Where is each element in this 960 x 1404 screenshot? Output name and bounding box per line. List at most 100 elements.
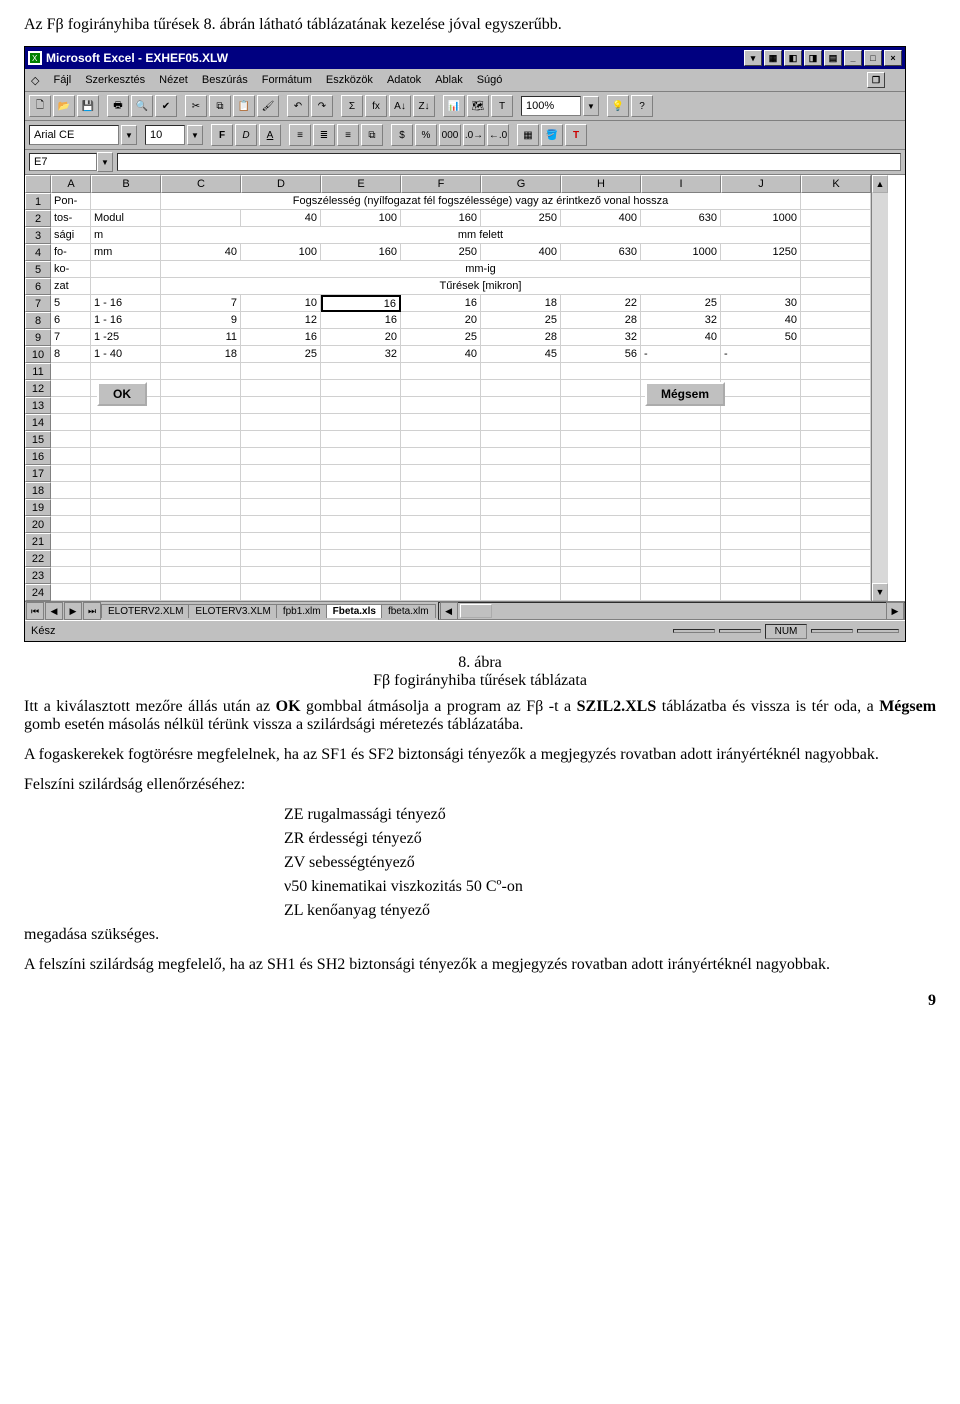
cell-I14[interactable] xyxy=(641,414,721,431)
vscroll-up-icon[interactable]: ▲ xyxy=(872,175,888,193)
increase-decimal-icon[interactable]: .0→ xyxy=(463,124,485,146)
cell-K12[interactable] xyxy=(801,380,871,397)
cell-C4[interactable]: 40 xyxy=(161,244,241,261)
cell-C5[interactable]: mm-ig xyxy=(161,261,801,278)
row-header-10[interactable]: 10 xyxy=(25,346,51,363)
bold-icon[interactable]: F xyxy=(211,124,233,146)
cell-I9[interactable]: 40 xyxy=(641,329,721,346)
cell-C20[interactable] xyxy=(161,516,241,533)
cell-D16[interactable] xyxy=(241,448,321,465)
cell-F21[interactable] xyxy=(401,533,481,550)
sheet-tab-1[interactable]: ELOTERV3.XLM xyxy=(188,604,277,618)
sheet-tab-2[interactable]: fpb1.xlm xyxy=(276,604,328,618)
text-icon[interactable]: T xyxy=(491,95,513,117)
cell-A6[interactable]: zat xyxy=(51,278,91,295)
cell-I15[interactable] xyxy=(641,431,721,448)
cell-C17[interactable] xyxy=(161,465,241,482)
cell-K24[interactable] xyxy=(801,584,871,601)
cell-G10[interactable]: 45 xyxy=(481,346,561,363)
col-header-E[interactable]: E xyxy=(321,175,401,193)
cell-H15[interactable] xyxy=(561,431,641,448)
decrease-decimal-icon[interactable]: ←.0 xyxy=(487,124,509,146)
cell-J9[interactable]: 50 xyxy=(721,329,801,346)
cell-D24[interactable] xyxy=(241,584,321,601)
cell-B3[interactable]: m xyxy=(91,227,161,244)
cell-C22[interactable] xyxy=(161,550,241,567)
cell-K18[interactable] xyxy=(801,482,871,499)
cell-K20[interactable] xyxy=(801,516,871,533)
cell-K23[interactable] xyxy=(801,567,871,584)
cell-J15[interactable] xyxy=(721,431,801,448)
zoom-box[interactable]: 100% xyxy=(521,96,581,116)
row-header-7[interactable]: 7 xyxy=(25,295,51,312)
cell-C14[interactable] xyxy=(161,414,241,431)
cell-A16[interactable] xyxy=(51,448,91,465)
cell-D19[interactable] xyxy=(241,499,321,516)
cell-G21[interactable] xyxy=(481,533,561,550)
cell-K10[interactable] xyxy=(801,346,871,363)
cell-E9[interactable]: 20 xyxy=(321,329,401,346)
cell-B7[interactable]: 1 - 16 xyxy=(91,295,161,312)
row-header-6[interactable]: 6 xyxy=(25,278,51,295)
col-header-F[interactable]: F xyxy=(401,175,481,193)
col-header-B[interactable]: B xyxy=(91,175,161,193)
menu-edit[interactable]: Szerkesztés xyxy=(85,74,145,86)
cell-G23[interactable] xyxy=(481,567,561,584)
function-icon[interactable]: fx xyxy=(365,95,387,117)
cell-A9[interactable]: 7 xyxy=(51,329,91,346)
cell-I23[interactable] xyxy=(641,567,721,584)
icon-btn-b[interactable]: ◧ xyxy=(784,50,802,66)
cell-C15[interactable] xyxy=(161,431,241,448)
cell-F10[interactable]: 40 xyxy=(401,346,481,363)
cell-J20[interactable] xyxy=(721,516,801,533)
cell-D21[interactable] xyxy=(241,533,321,550)
hscroll-right-icon[interactable]: ▶ xyxy=(886,602,904,620)
cell-B2[interactable]: Modul xyxy=(91,210,161,227)
cell-I16[interactable] xyxy=(641,448,721,465)
cell-B23[interactable] xyxy=(91,567,161,584)
cell-B5[interactable] xyxy=(91,261,161,278)
cell-E4[interactable]: 160 xyxy=(321,244,401,261)
formula-bar[interactable] xyxy=(117,153,901,171)
cell-E7[interactable]: 16 xyxy=(321,295,401,312)
cell-I11[interactable] xyxy=(641,363,721,380)
cell-D14[interactable] xyxy=(241,414,321,431)
row-header-20[interactable]: 20 xyxy=(25,516,51,533)
cell-G4[interactable]: 400 xyxy=(481,244,561,261)
sheet-tab-0[interactable]: ELOTERV2.XLM xyxy=(101,604,190,618)
cell-C10[interactable]: 18 xyxy=(161,346,241,363)
cell-I2[interactable]: 630 xyxy=(641,210,721,227)
cell-F14[interactable] xyxy=(401,414,481,431)
cell-D7[interactable]: 10 xyxy=(241,295,321,312)
cell-G17[interactable] xyxy=(481,465,561,482)
cell-B16[interactable] xyxy=(91,448,161,465)
underline-icon[interactable]: A xyxy=(259,124,281,146)
sheet-tab-3[interactable]: Fbeta.xls xyxy=(326,604,383,618)
minimize-control-1[interactable]: ▾ xyxy=(744,50,762,66)
cell-K2[interactable] xyxy=(801,210,871,227)
menu-tools[interactable]: Eszközök xyxy=(326,74,373,86)
cell-H22[interactable] xyxy=(561,550,641,567)
cell-I20[interactable] xyxy=(641,516,721,533)
font-color-icon[interactable]: T xyxy=(565,124,587,146)
cell-A8[interactable]: 6 xyxy=(51,312,91,329)
cell-A15[interactable] xyxy=(51,431,91,448)
cell-E14[interactable] xyxy=(321,414,401,431)
copy-icon[interactable]: ⧉ xyxy=(209,95,231,117)
cell-B6[interactable] xyxy=(91,278,161,295)
row-header-19[interactable]: 19 xyxy=(25,499,51,516)
cell-J7[interactable]: 30 xyxy=(721,295,801,312)
cell-H20[interactable] xyxy=(561,516,641,533)
cell-G15[interactable] xyxy=(481,431,561,448)
row-header-22[interactable]: 22 xyxy=(25,550,51,567)
row-header-12[interactable]: 12 xyxy=(25,380,51,397)
cell-E20[interactable] xyxy=(321,516,401,533)
cell-A23[interactable] xyxy=(51,567,91,584)
cell-K1[interactable] xyxy=(801,193,871,210)
row-header-23[interactable]: 23 xyxy=(25,567,51,584)
format-painter-icon[interactable]: 🖌 xyxy=(257,95,279,117)
cell-K19[interactable] xyxy=(801,499,871,516)
cell-J22[interactable] xyxy=(721,550,801,567)
font-dropdown-icon[interactable]: ▼ xyxy=(121,125,137,145)
cell-G16[interactable] xyxy=(481,448,561,465)
